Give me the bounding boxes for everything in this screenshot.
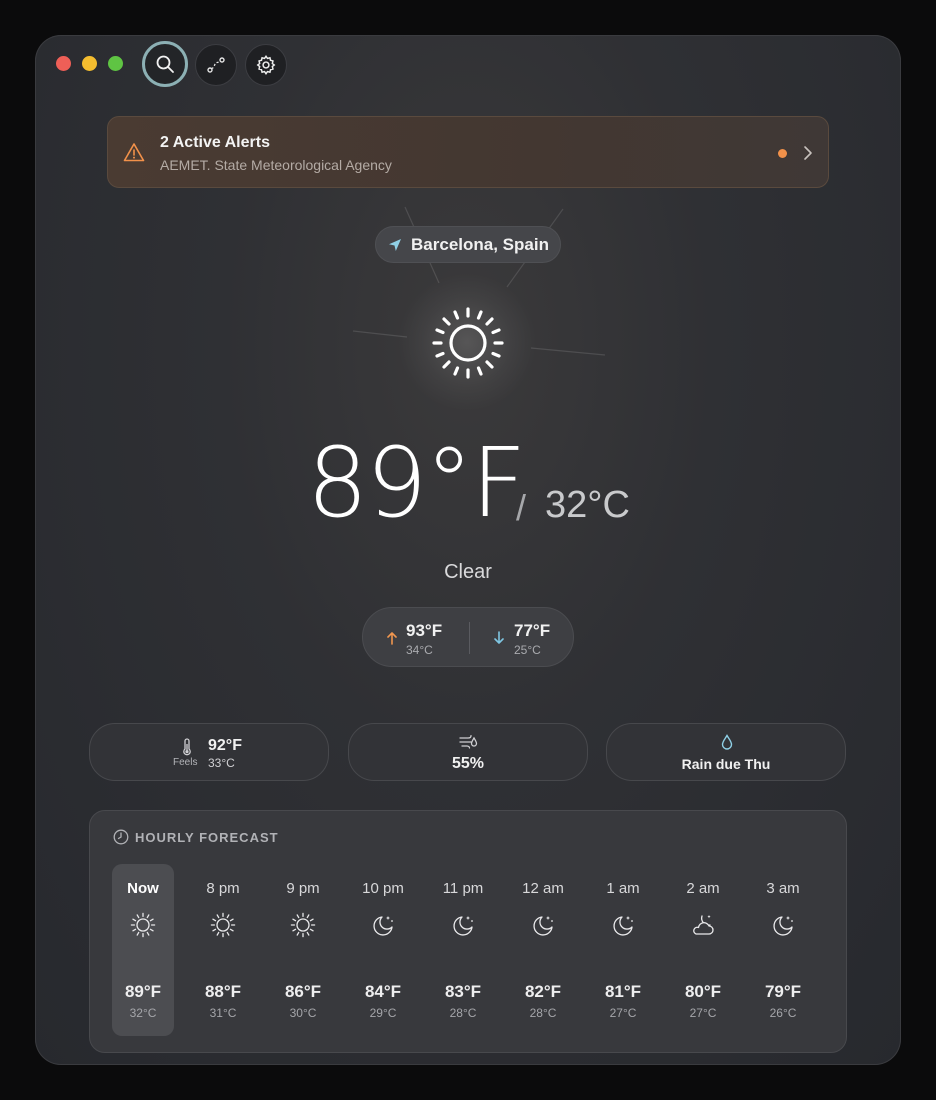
hourly-temp-c: 29°C — [369, 1006, 397, 1020]
condition-text: Clear — [444, 561, 492, 583]
hourly-time: 9 pm — [286, 880, 320, 897]
sun-icon — [209, 911, 237, 944]
hourly-temp-c: 27°C — [609, 1006, 637, 1020]
hourly-item[interactable]: 2 am 80°F 27°C — [672, 864, 734, 1036]
location-pill[interactable]: Barcelona, Spain — [375, 226, 561, 263]
low-temp-f: 77°F — [514, 621, 551, 640]
thermometer-icon — [183, 738, 191, 756]
hourly-temp-f: 82°F — [524, 982, 562, 1001]
rain-card[interactable]: Rain due Thu — [606, 723, 846, 781]
feels-like-card[interactable]: Feels 92°F 33°C — [89, 723, 329, 781]
arrow-up-icon — [387, 632, 397, 645]
humidity-value: 55% — [451, 755, 485, 772]
hourly-time: 1 am — [606, 880, 640, 897]
clock-icon — [113, 829, 129, 845]
location-name: Barcelona, Spain — [411, 234, 549, 254]
high-low-pill: 93°F 34°C 77°F 25°C — [362, 607, 574, 667]
weather-window: 2 Active Alerts AEMET. State Meteorologi… — [35, 35, 901, 1065]
hourly-time: 10 pm — [362, 880, 404, 897]
hourly-temp-c: 28°C — [529, 1006, 557, 1020]
hourly-time: 11 pm — [442, 880, 484, 897]
hourly-temp-c: 31°C — [209, 1006, 237, 1020]
raindrop-icon — [721, 734, 733, 750]
hourly-temp-f: 80°F — [684, 982, 722, 1001]
hourly-time: Now — [127, 880, 159, 897]
low-temp-c: 25°C — [514, 643, 541, 657]
hourly-forecast-panel: HOURLY FORECAST Now 89°F 32°C 8 pm 88°F 31°C 9… — [89, 810, 847, 1053]
high-temp-f: 93°F — [406, 621, 443, 640]
cloud-moon-icon — [689, 911, 717, 944]
sun-icon — [432, 307, 504, 379]
hourly-item[interactable]: 12 am 82°F 28°C — [512, 864, 574, 1036]
hourly-temp-f: 84°F — [364, 982, 402, 1001]
arrow-down-icon — [494, 631, 504, 644]
humidity-card[interactable]: 55% — [348, 723, 588, 781]
sun-icon — [289, 911, 317, 944]
wind-humidity-icon — [459, 735, 478, 749]
rain-text: Rain due Thu — [681, 756, 771, 772]
hourly-temp-f: 88°F — [204, 982, 242, 1001]
feels-temp-c: 33°C — [208, 756, 235, 770]
current-temp-f: 89°F — [307, 427, 526, 539]
moon-stars-icon — [769, 911, 797, 944]
hourly-time: 12 am — [522, 880, 564, 897]
high-temp-c: 34°C — [406, 643, 433, 657]
hourly-temp-f: 83°F — [444, 982, 482, 1001]
hourly-item[interactable]: 11 pm 83°F 28°C — [432, 864, 494, 1036]
hourly-time: 2 am — [686, 880, 720, 897]
location-arrow-icon — [389, 238, 402, 251]
hourly-temp-f: 89°F — [124, 982, 162, 1001]
hourly-item[interactable]: 9 pm 86°F 30°C — [272, 864, 334, 1036]
hourly-item[interactable]: 3 am 79°F 26°C — [752, 864, 814, 1036]
feels-temp-f: 92°F — [208, 737, 242, 754]
hourly-temp-f: 86°F — [284, 982, 322, 1001]
hourly-item[interactable]: 10 pm 84°F 29°C — [352, 864, 414, 1036]
hourly-item[interactable]: 8 pm 88°F 31°C — [192, 864, 254, 1036]
hourly-temp-f: 79°F — [764, 982, 802, 1001]
sun-icon — [129, 911, 157, 944]
hourly-temp-c: 27°C — [689, 1006, 717, 1020]
hourly-temp-c: 32°C — [129, 1006, 157, 1020]
hourly-temp-c: 28°C — [449, 1006, 477, 1020]
temp-separator: / — [516, 487, 527, 528]
hourly-temp-c: 26°C — [769, 1006, 797, 1020]
hourly-header: HOURLY FORECAST — [113, 829, 279, 845]
feels-label: Feels — [173, 757, 198, 768]
moon-stars-icon — [369, 911, 397, 944]
divider — [469, 622, 470, 654]
hourly-title: HOURLY FORECAST — [135, 829, 279, 845]
hourly-time: 8 pm — [206, 880, 240, 897]
current-temp-c: 32°C — [545, 484, 630, 526]
hourly-item-now[interactable]: Now 89°F 32°C — [112, 864, 174, 1036]
hourly-temp-f: 81°F — [604, 982, 642, 1001]
hourly-temp-c: 30°C — [289, 1006, 317, 1020]
moon-stars-icon — [529, 911, 557, 944]
moon-stars-icon — [449, 911, 477, 944]
hourly-item[interactable]: 1 am 81°F 27°C — [592, 864, 654, 1036]
moon-stars-icon — [609, 911, 637, 944]
hourly-time: 3 am — [766, 880, 800, 897]
